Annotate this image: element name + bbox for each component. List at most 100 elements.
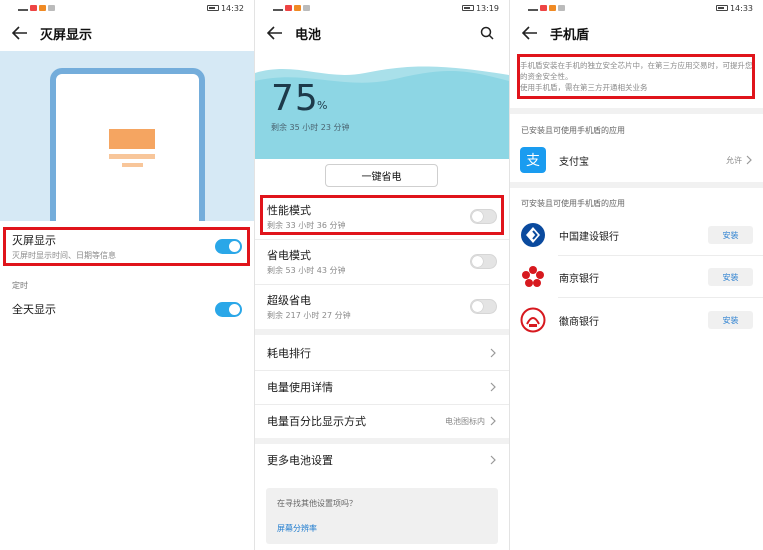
status-time: 14:33	[729, 3, 753, 13]
app-name: 徽商银行	[559, 316, 599, 328]
available-apps-title: 可安装且可使用手机盾的应用	[521, 199, 625, 208]
description-line: 使用手机盾，需在第三方开通相关业务	[520, 83, 648, 92]
app-row-alipay[interactable]: 支 支付宝 允许	[510, 141, 763, 179]
battery-icon	[715, 5, 728, 11]
phone-illustration	[50, 68, 205, 221]
one-click-save-button[interactable]: 一键省电	[325, 164, 438, 187]
shield-description: 手机盾安装在手机的独立安全芯片中，在第三方应用交易时，可提升您的资金安全性。 使…	[520, 60, 755, 93]
back-arrow-icon[interactable]	[10, 23, 30, 43]
chevron-right-icon	[489, 347, 497, 359]
battery-percent: 75	[271, 78, 319, 119]
back-arrow-icon[interactable]	[520, 23, 540, 43]
row-title: 灭屏显示	[12, 233, 56, 247]
notification-icon	[30, 5, 37, 11]
row-title: 省电模式	[267, 248, 311, 262]
menu-item-more-settings[interactable]: 更多电池设置	[255, 445, 509, 475]
row-title: 全天显示	[12, 303, 56, 316]
notification-icon	[558, 5, 565, 11]
status-time: 14:32	[220, 3, 244, 13]
row-subtitle: 剩余 53 小时 43 分钟	[267, 265, 346, 275]
install-button[interactable]: 安装	[708, 311, 753, 329]
divider	[558, 297, 763, 298]
aod-clock-block	[109, 129, 155, 149]
ultra-saving-switch[interactable]	[470, 298, 497, 314]
notification-icon	[48, 5, 55, 11]
app-name: 南京银行	[559, 273, 599, 285]
performance-mode-switch[interactable]	[470, 208, 497, 224]
app-row-huishang-bank[interactable]: 徽商银行 安装	[510, 301, 763, 339]
install-button[interactable]: 安装	[708, 268, 753, 286]
app-row-nanjing-bank[interactable]: 南京银行 安装	[510, 258, 763, 296]
installed-apps-title: 已安装且可使用手机盾的应用	[521, 126, 625, 135]
section-gap	[510, 108, 763, 114]
page-title: 电池	[295, 27, 322, 43]
signal-icon	[18, 5, 28, 11]
ccb-bank-icon	[520, 222, 546, 248]
row-title: 超级省电	[267, 293, 311, 307]
row-subtitle: 剩余 217 小时 27 分钟	[267, 310, 351, 320]
aod-info-bar	[122, 163, 143, 167]
section-gap	[510, 182, 763, 188]
alipay-icon: 支	[520, 147, 546, 173]
suggestion-question: 在寻找其他设置项吗？	[277, 499, 357, 508]
signal-icon	[273, 5, 283, 11]
app-bar: 电池	[255, 16, 509, 50]
battery-icon	[461, 5, 474, 11]
menu-item-usage-details[interactable]: 电量使用详情	[255, 370, 509, 404]
power-saving-row[interactable]: 省电模式 剩余 53 小时 43 分钟	[255, 243, 509, 279]
aod-toggle-row[interactable]: 灭屏显示 灭屏时显示时间、日期等信息	[0, 228, 254, 264]
description-line: 手机盾安装在手机的独立安全芯片中，在第三方应用交易时，可提升您的资金安全性。	[520, 61, 753, 81]
suggestion-card: 在寻找其他设置项吗？ 屏幕分辨率	[266, 488, 498, 544]
divider	[558, 255, 763, 256]
allow-permission[interactable]: 允许	[726, 154, 753, 166]
notification-icon	[294, 5, 301, 11]
chevron-right-icon	[489, 454, 497, 466]
svg-text:支: 支	[526, 153, 540, 169]
menu-item-percent-display[interactable]: 电量百分比显示方式 电池图标内	[255, 404, 509, 438]
power-saving-switch[interactable]	[470, 253, 497, 269]
app-row-ccb[interactable]: 中国建设银行 安装	[510, 216, 763, 254]
allday-toggle-row[interactable]: 全天显示	[0, 297, 254, 321]
install-button[interactable]: 安装	[708, 226, 753, 244]
phone-shield-screen: 14:33 手机盾 手机盾安装在手机的独立安全芯片中，在第三方应用交易时，可提升…	[510, 0, 763, 550]
menu-value: 电池图标内	[445, 416, 485, 426]
back-arrow-icon[interactable]	[265, 23, 285, 43]
page-title: 手机盾	[550, 27, 590, 43]
section-gap	[255, 438, 509, 444]
status-bar: 14:32	[0, 0, 254, 16]
app-name: 中国建设银行	[559, 231, 619, 243]
page-title: 灭屏显示	[40, 27, 93, 43]
notification-icon	[549, 5, 556, 11]
status-time: 13:19	[475, 3, 499, 13]
aod-preview-image	[0, 51, 254, 221]
menu-item-usage-ranking[interactable]: 耗电排行	[255, 336, 509, 370]
chevron-right-icon	[745, 154, 753, 166]
row-subtitle: 灭屏时显示时间、日期等信息	[12, 250, 116, 260]
allday-switch[interactable]	[215, 301, 242, 317]
notification-icon	[540, 5, 547, 11]
allow-label: 允许	[726, 155, 742, 165]
battery-percent-sign: %	[317, 99, 328, 112]
chevron-right-icon	[489, 381, 497, 393]
search-icon[interactable]	[477, 23, 497, 43]
aod-settings-screen: 14:32 灭屏显示 灭屏显示 灭屏时显示时间、日期等信息 定时 全天显示	[0, 0, 254, 550]
ultra-saving-row[interactable]: 超级省电 剩余 217 小时 27 分钟	[255, 288, 509, 324]
menu-label: 耗电排行	[267, 347, 311, 360]
row-subtitle: 剩余 33 小时 36 分钟	[267, 220, 346, 230]
battery-remaining: 剩余 35 小时 23 分钟	[271, 123, 350, 132]
screen-resolution-link[interactable]: 屏幕分辨率	[277, 523, 487, 534]
huishang-bank-icon	[520, 307, 546, 333]
notification-icon	[303, 5, 310, 11]
battery-level-card: 75 % 剩余 35 小时 23 分钟	[255, 51, 509, 159]
battery-icon	[206, 5, 219, 11]
aod-switch[interactable]	[215, 238, 242, 254]
status-bar: 13:19	[255, 0, 509, 16]
app-bar: 手机盾	[510, 16, 763, 50]
app-name: 支付宝	[559, 156, 589, 168]
notification-icon	[285, 5, 292, 11]
divider	[255, 284, 509, 285]
section-label: 定时	[12, 281, 28, 290]
section-gap	[255, 329, 509, 335]
menu-label: 电量百分比显示方式	[267, 415, 366, 428]
performance-mode-row[interactable]: 性能模式 剩余 33 小时 36 分钟	[255, 198, 509, 234]
